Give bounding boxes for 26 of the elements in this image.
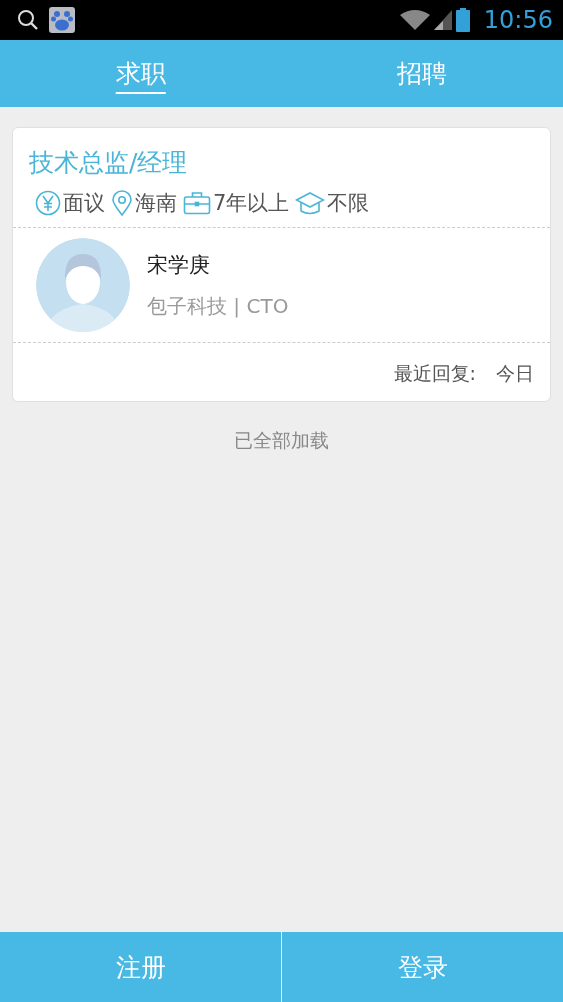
clock-time: 10:56: [483, 6, 553, 34]
tag-text: 海南: [135, 190, 177, 217]
signal-icon: [433, 9, 452, 31]
bottom-button[interactable]: 注册: [0, 932, 281, 1002]
wifi-icon: [399, 9, 430, 31]
bottom-button[interactable]: 登录: [281, 932, 563, 1002]
tab[interactable]: 招聘: [281, 40, 563, 107]
location-pin-icon: [111, 190, 133, 216]
avatar-silhouette-icon: [36, 238, 130, 332]
company-role: 包子科技 | CTO: [147, 292, 289, 320]
tag-text: 不限: [327, 190, 370, 217]
person-name: 宋学庚: [147, 251, 211, 279]
tag-text: 面议: [63, 190, 105, 217]
search-icon: [17, 9, 39, 31]
all-loaded-note: 已全部加载: [233, 428, 330, 453]
reply-time: 今日: [496, 361, 534, 386]
graduation-cap-icon: [295, 191, 326, 215]
tab[interactable]: 求职: [0, 40, 282, 107]
tag-text: 7年以上: [213, 190, 290, 217]
battery-icon: [455, 8, 470, 32]
job-card[interactable]: 技术总监/经理 面议 海南 7年以上 不限 宋学庚 包子科技 | CTO 最近回复: 今日: [12, 127, 551, 402]
yen-icon: [35, 190, 61, 216]
reply-label: 最近回复:: [393, 361, 476, 386]
job-title: 技术总监/经理: [28, 147, 189, 179]
briefcase-icon: [183, 191, 211, 215]
paw-app-icon: [49, 7, 75, 33]
